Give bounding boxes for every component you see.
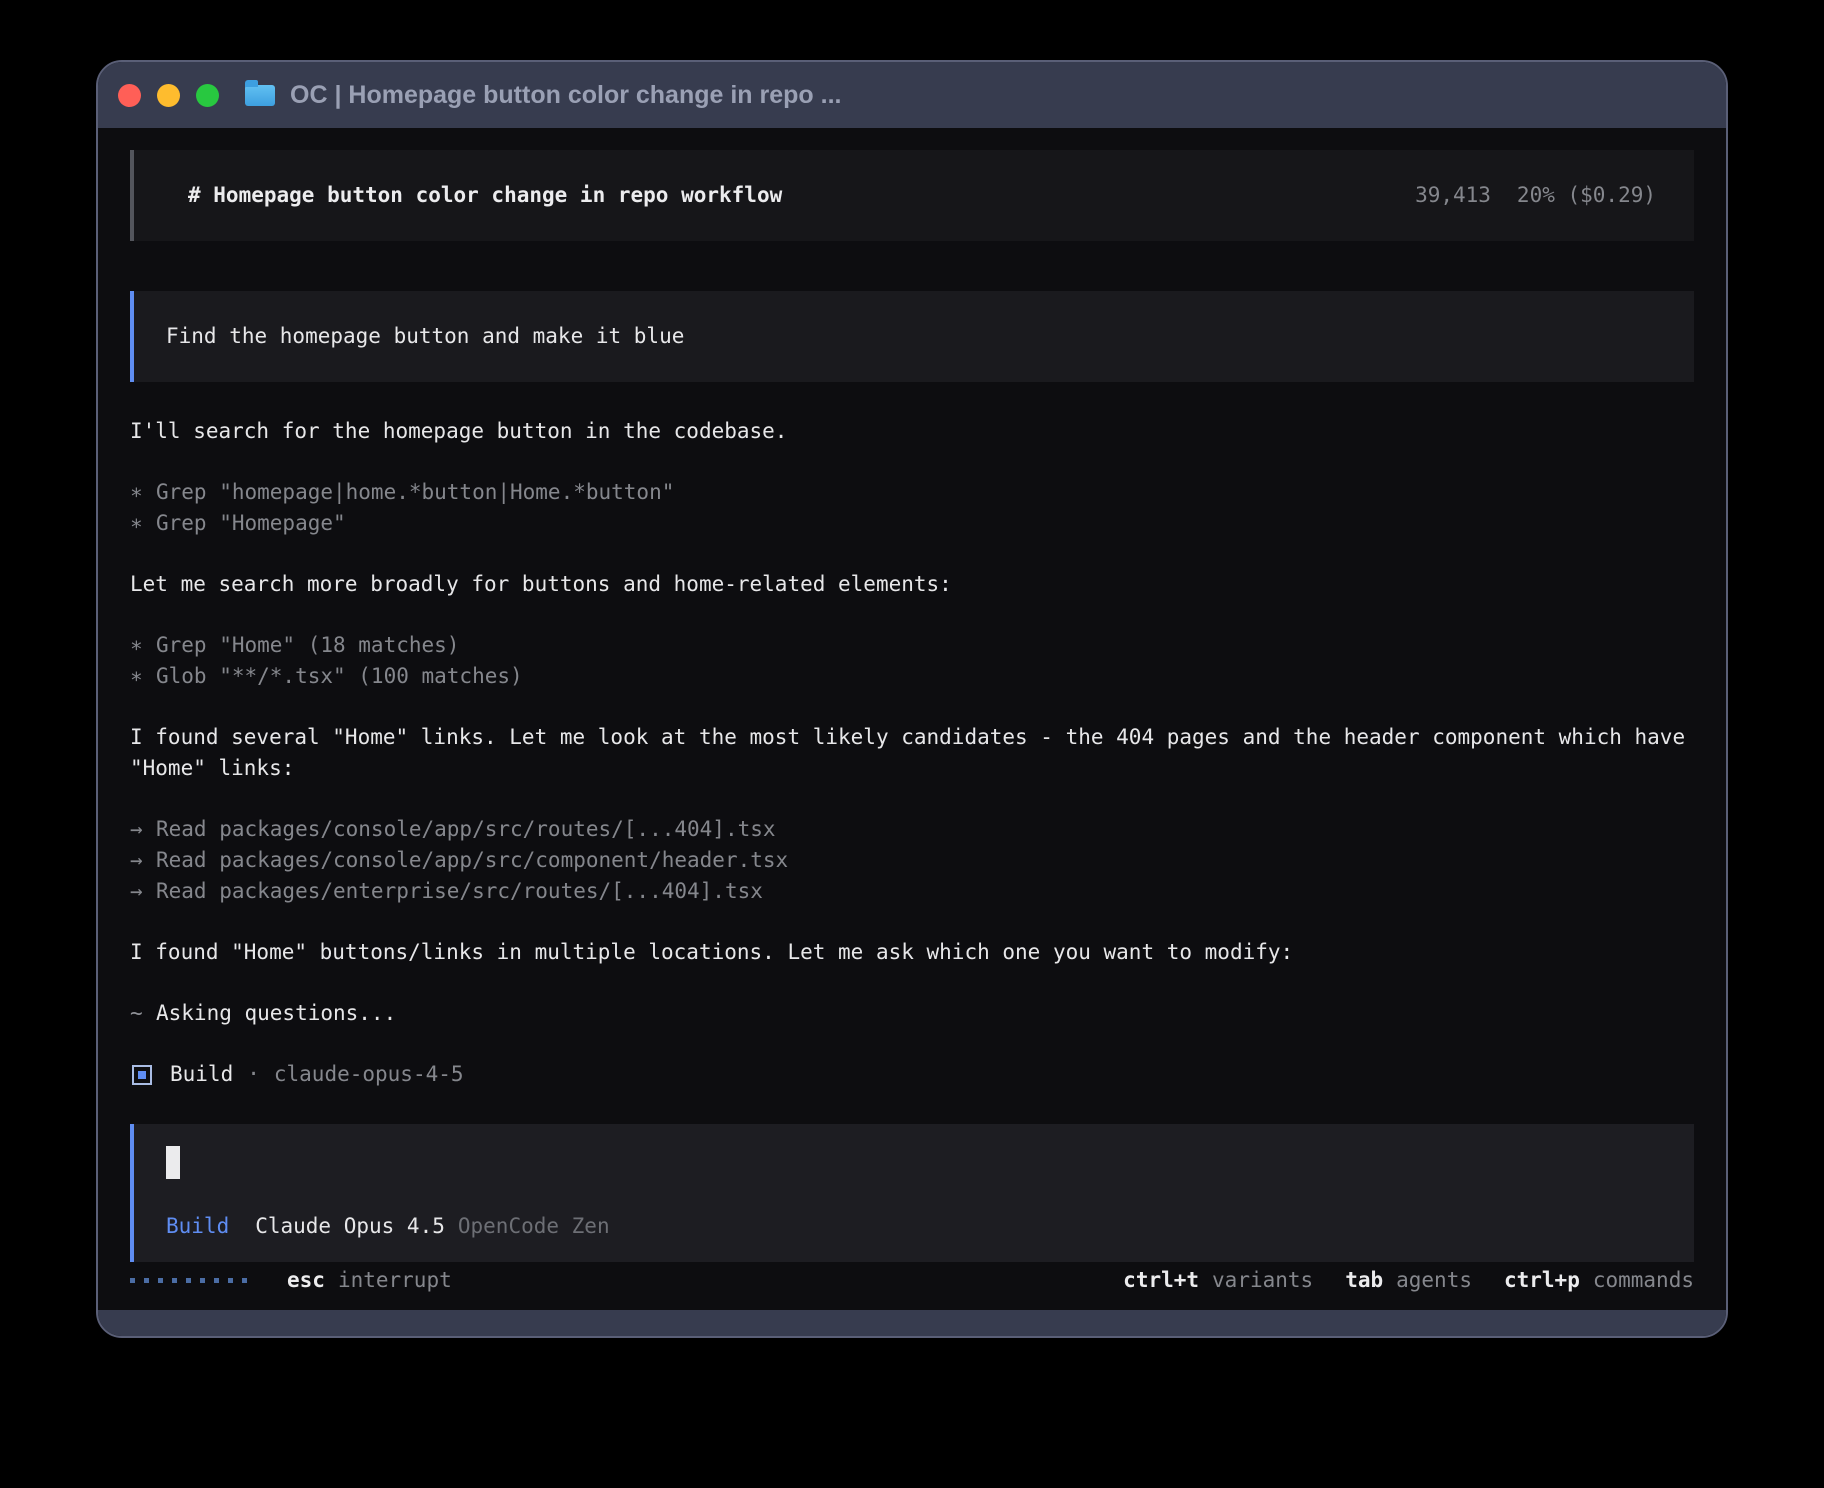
spinner-dot (242, 1278, 247, 1283)
spinner-dot (172, 1278, 177, 1283)
tool-status: ~Asking questions... (130, 998, 1694, 1029)
tool-call-text: Read packages/enterprise/src/routes/[...… (156, 876, 763, 907)
folder-icon (245, 85, 275, 106)
window-bottom-edge (98, 1310, 1726, 1336)
window-title: OC | Homepage button color change in rep… (290, 81, 841, 110)
tool-call-group: →Read packages/console/app/src/routes/[.… (130, 814, 1694, 907)
agent-mode-label[interactable]: Build (166, 1211, 229, 1242)
session-title: # Homepage button color change in repo w… (188, 180, 782, 211)
agent-status-line: Build · claude-opus-4-5 (132, 1059, 1694, 1090)
spinner-dot (186, 1278, 191, 1283)
assistant-text: I'll search for the homepage button in t… (130, 416, 1690, 447)
shortcut-label: commands (1593, 1265, 1694, 1296)
tool-call: ∗Grep "Homepage" (130, 508, 1694, 539)
shortcut-hint: tab agents (1345, 1265, 1472, 1296)
asterisk-icon: ∗ (130, 630, 156, 661)
tool-call: ∗Grep "homepage|home.*button|Home.*butto… (130, 477, 1694, 508)
assistant-text: I found several "Home" links. Let me loo… (130, 722, 1690, 784)
shortcut-key: ctrl+p (1504, 1265, 1580, 1296)
agent-name: Build (170, 1059, 233, 1090)
user-message-text: Find the homepage button and make it blu… (166, 324, 684, 348)
asterisk-icon: ∗ (130, 661, 156, 692)
provider-label: OpenCode Zen (458, 1211, 610, 1242)
close-button[interactable] (118, 84, 141, 107)
arrow-right-icon: → (130, 876, 156, 907)
build-agent-icon-inner (138, 1071, 146, 1079)
context-usage: 20% ($0.29) (1517, 180, 1656, 211)
token-count: 39,413 (1415, 180, 1491, 211)
tool-call-text: Read packages/console/app/src/routes/[..… (156, 814, 776, 845)
desktop: OC | Homepage button color change in rep… (0, 0, 1824, 1488)
session-header: # Homepage button color change in repo w… (130, 150, 1694, 241)
tool-call-group: ∗Grep "Home" (18 matches)∗Glob "**/*.tsx… (130, 630, 1694, 692)
shortcut-label: variants (1212, 1265, 1313, 1296)
tool-call-text: Grep "Homepage" (156, 508, 346, 539)
build-agent-icon (132, 1065, 152, 1085)
assistant-text: I found "Home" buttons/links in multiple… (130, 937, 1690, 968)
spinner-dots (130, 1278, 247, 1283)
text-cursor (166, 1146, 180, 1179)
interrupt-label: interrupt (338, 1265, 452, 1296)
agent-separator: · (247, 1059, 260, 1090)
assistant-text: Let me search more broadly for buttons a… (130, 569, 1690, 600)
tool-call: →Read packages/enterprise/src/routes/[..… (130, 876, 1694, 907)
terminal-window: OC | Homepage button color change in rep… (96, 60, 1728, 1338)
input-meta: Build Claude Opus 4.5 OpenCode Zen (166, 1211, 1662, 1242)
tool-call-text: Read packages/console/app/src/component/… (156, 845, 788, 876)
spinner-dot (214, 1278, 219, 1283)
spinner-dot (158, 1278, 163, 1283)
spinner-dot (144, 1278, 149, 1283)
shortcut-hint: ctrl+t variants (1123, 1265, 1313, 1296)
terminal-content: # Homepage button color change in repo w… (98, 128, 1726, 1310)
shortcut-key: tab (1345, 1265, 1383, 1296)
titlebar[interactable]: OC | Homepage button color change in rep… (98, 62, 1726, 128)
tool-call: ∗Grep "Home" (18 matches) (130, 630, 1694, 661)
tool-call-text: Grep "Home" (18 matches) (156, 630, 459, 661)
spinner-dot (130, 1278, 135, 1283)
minimize-button[interactable] (157, 84, 180, 107)
arrow-right-icon: → (130, 814, 156, 845)
arrow-right-icon: → (130, 845, 156, 876)
asterisk-icon: ∗ (130, 477, 156, 508)
tool-call: →Read packages/console/app/src/routes/[.… (130, 814, 1694, 845)
tilde-icon: ~ (130, 998, 156, 1029)
keyboard-shortcuts: ctrl+t variants tab agents ctrl+p commands (1123, 1265, 1694, 1296)
user-message: Find the homepage button and make it blu… (130, 291, 1694, 382)
asterisk-icon: ∗ (130, 508, 156, 539)
shortcut-label: agents (1396, 1265, 1472, 1296)
tool-call-text: Grep "homepage|home.*button|Home.*button… (156, 477, 674, 508)
status-bar: esc interrupt ctrl+tvariantstabagentsctr… (130, 1265, 1694, 1296)
shortcut-hint: ctrl+p commands (1504, 1265, 1694, 1296)
tool-call: ∗Glob "**/*.tsx" (100 matches) (130, 661, 1694, 692)
assistant-transcript: I'll search for the homepage button in t… (130, 416, 1694, 1059)
agent-model: claude-opus-4-5 (274, 1059, 464, 1090)
shortcut-key: ctrl+t (1123, 1265, 1199, 1296)
tool-status-text: Asking questions... (156, 998, 396, 1029)
traffic-lights (118, 84, 219, 107)
tool-call-text: Glob "**/*.tsx" (100 matches) (156, 661, 523, 692)
tool-call: →Read packages/console/app/src/component… (130, 845, 1694, 876)
model-label[interactable]: Claude Opus 4.5 (255, 1211, 445, 1242)
interrupt-key: esc (287, 1265, 325, 1296)
spinner-dot (200, 1278, 205, 1283)
tool-call-group: ∗Grep "homepage|home.*button|Home.*butto… (130, 477, 1694, 539)
spinner-dot (228, 1278, 233, 1283)
maximize-button[interactable] (196, 84, 219, 107)
prompt-input[interactable]: Build Claude Opus 4.5 OpenCode Zen (130, 1124, 1694, 1262)
interrupt-hint: esc interrupt (287, 1265, 452, 1296)
session-meta: 39,413 20% ($0.29) (1415, 180, 1656, 211)
